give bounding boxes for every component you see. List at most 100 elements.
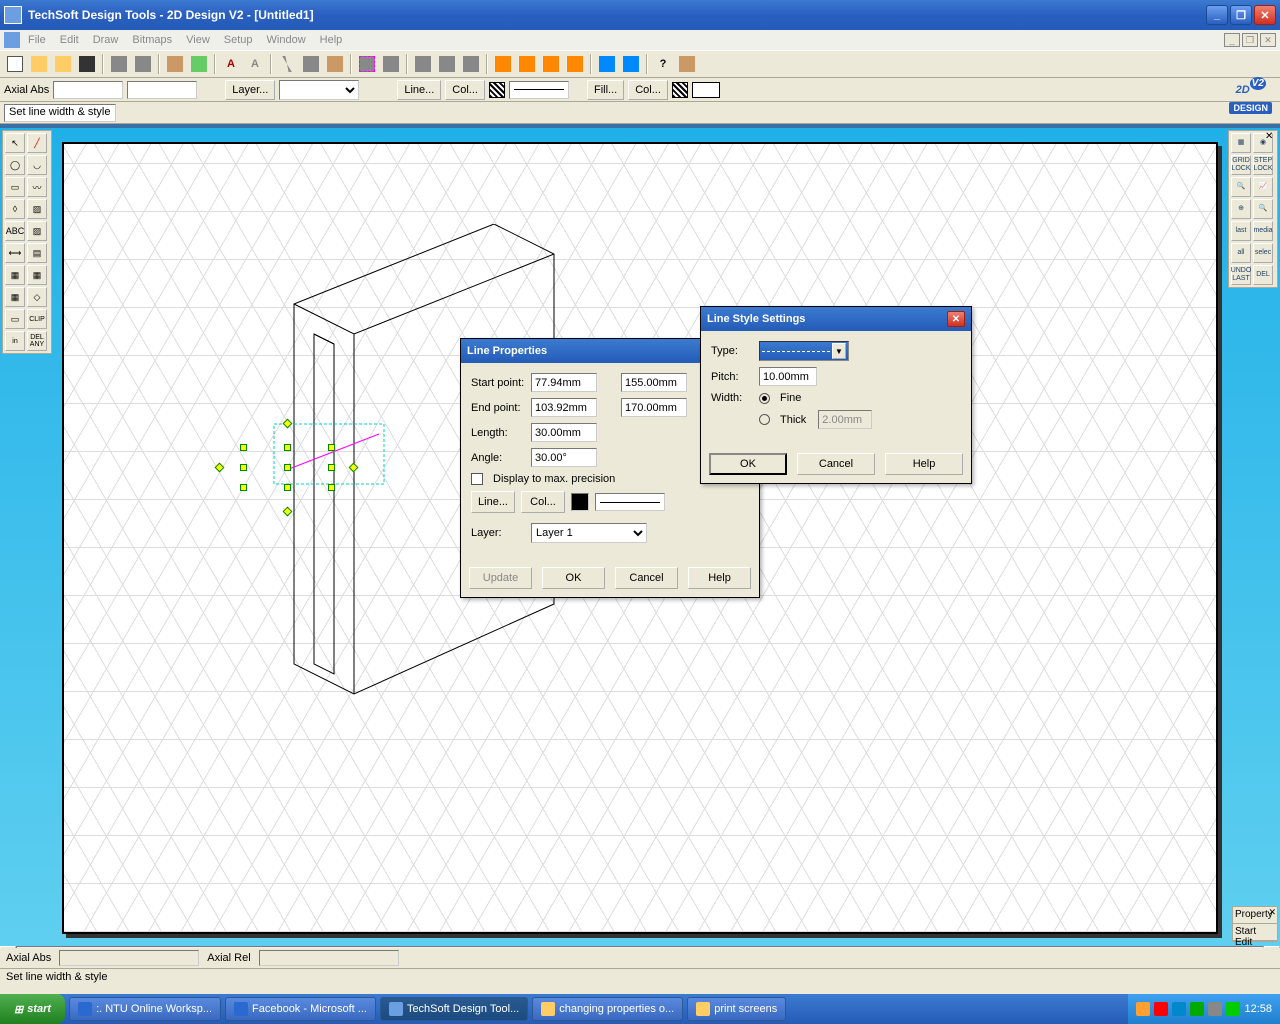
paste-button[interactable]: [324, 53, 346, 75]
plot-button[interactable]: [132, 53, 154, 75]
save-button[interactable]: [76, 53, 98, 75]
system-tray[interactable]: 12:58: [1128, 994, 1280, 1024]
lp-update-button[interactable]: Update: [469, 567, 532, 589]
menu-window[interactable]: Window: [267, 34, 306, 46]
hatch-tool[interactable]: ▨: [27, 199, 47, 219]
minimize-button[interactable]: _: [1206, 5, 1228, 25]
task-printscreens[interactable]: print screens: [687, 997, 786, 1021]
ls-ok-button[interactable]: OK: [709, 453, 787, 475]
tray-icon-6[interactable]: [1226, 1002, 1240, 1016]
angle-input[interactable]: [531, 448, 597, 467]
rect-tool[interactable]: ▭: [5, 177, 25, 197]
print-button[interactable]: [108, 53, 130, 75]
dim-tool[interactable]: ⟷: [5, 243, 25, 263]
group-button[interactable]: [412, 53, 434, 75]
layers4-button[interactable]: [564, 53, 586, 75]
library-button[interactable]: [164, 53, 186, 75]
lp-line-button[interactable]: Line...: [471, 491, 515, 513]
gridlock-button[interactable]: GRID LOCK: [1231, 155, 1251, 175]
del-button[interactable]: DEL: [1253, 265, 1273, 285]
ungroup-button[interactable]: [436, 53, 458, 75]
lp-help-button[interactable]: Help: [688, 567, 751, 589]
start-x-input[interactable]: [531, 373, 597, 392]
iso1-tool[interactable]: ▦: [5, 287, 25, 307]
layer-select[interactable]: [279, 80, 359, 100]
menu-view[interactable]: View: [186, 34, 210, 46]
menu-help[interactable]: Help: [320, 34, 343, 46]
fill-button[interactable]: Fill...: [587, 80, 624, 100]
restore-button[interactable]: ❐: [1230, 5, 1252, 25]
tray-icon-4[interactable]: [1190, 1002, 1204, 1016]
zoom2-button[interactable]: 📈: [1253, 177, 1273, 197]
line-col-swatch[interactable]: [489, 82, 505, 98]
cut-button[interactable]: [276, 53, 298, 75]
docked-close[interactable]: ✕: [1268, 907, 1276, 918]
menu-file[interactable]: File: [28, 34, 46, 46]
line-style-title[interactable]: Line Style Settings ✕: [701, 307, 971, 331]
mdi-minimize-button[interactable]: _: [1224, 33, 1240, 47]
help-button[interactable]: [676, 53, 698, 75]
task-ntu[interactable]: :. NTU Online Worksp...: [69, 997, 221, 1021]
task-techsoft[interactable]: TechSoft Design Tool...: [380, 997, 528, 1021]
layer-button[interactable]: Layer...: [225, 80, 275, 100]
iso2-tool[interactable]: ◇: [27, 287, 47, 307]
path-tool[interactable]: ▨: [27, 221, 47, 241]
clipart-button[interactable]: [188, 53, 210, 75]
lp-cancel-button[interactable]: Cancel: [615, 567, 678, 589]
line-col-button[interactable]: Col...: [445, 80, 485, 100]
mdi-restore-button[interactable]: ❐: [1242, 33, 1258, 47]
line-style-close[interactable]: ✕: [947, 311, 965, 327]
zoom1-button[interactable]: 🔍: [1231, 177, 1251, 197]
delany-tool[interactable]: DEL ANY: [27, 331, 47, 351]
curve-tool[interactable]: 〰: [27, 177, 47, 197]
ls-type-dropdown[interactable]: ▼: [759, 341, 849, 361]
clip-tool[interactable]: CLIP: [27, 309, 47, 329]
line-style-button[interactable]: Line...: [397, 80, 441, 100]
line-tool[interactable]: ╱: [27, 133, 47, 153]
tray-icon-5[interactable]: [1208, 1002, 1222, 1016]
select-all-button[interactable]: [356, 53, 378, 75]
selec-button[interactable]: selec: [1253, 243, 1273, 263]
zoomfit-button[interactable]: ⊕: [1231, 199, 1251, 219]
ls-thick-radio[interactable]: [759, 414, 770, 425]
end-y-input[interactable]: [621, 398, 687, 417]
text-tool[interactable]: ABC: [5, 221, 25, 241]
ls-cancel-button[interactable]: Cancel: [797, 453, 875, 475]
fill-col-button[interactable]: Col...: [628, 80, 668, 100]
in-tool[interactable]: in: [5, 331, 25, 351]
last-button[interactable]: last: [1231, 221, 1251, 241]
close-button[interactable]: ✕: [1254, 5, 1276, 25]
menu-edit[interactable]: Edit: [60, 34, 79, 46]
lp-col-button[interactable]: Col...: [521, 491, 565, 513]
task-changing[interactable]: changing properties o...: [532, 997, 683, 1021]
fill-col-swatch[interactable]: [672, 82, 688, 98]
arc-tool[interactable]: ◡: [27, 155, 47, 175]
order-button[interactable]: [460, 53, 482, 75]
ls-pitch-input[interactable]: [759, 367, 817, 386]
tray-icon-2[interactable]: [1154, 1002, 1168, 1016]
shape-tool[interactable]: ◊: [5, 199, 25, 219]
axial-y-input[interactable]: [127, 81, 197, 99]
text-a2-button[interactable]: A: [244, 53, 266, 75]
steplock-button[interactable]: STEP LOCK: [1253, 155, 1273, 175]
align-button[interactable]: [380, 53, 402, 75]
contour-tool[interactable]: ▭: [5, 309, 25, 329]
open-button[interactable]: [28, 53, 50, 75]
text-a-button[interactable]: A: [220, 53, 242, 75]
circle-tool[interactable]: ◯: [5, 155, 25, 175]
axial-x-input[interactable]: [53, 81, 123, 99]
zoomall-button[interactable]: 🔍: [1253, 199, 1273, 219]
start-y-input[interactable]: [621, 373, 687, 392]
startedit-tab[interactable]: Start Edit: [1233, 924, 1277, 941]
grid-icon[interactable]: ▦: [1231, 133, 1251, 153]
measure-tool[interactable]: ▤: [27, 243, 47, 263]
pointer-tool[interactable]: ↖: [5, 133, 25, 153]
task-facebook[interactable]: Facebook - Microsoft ...: [225, 997, 376, 1021]
layers2-button[interactable]: [516, 53, 538, 75]
layers3-button[interactable]: [540, 53, 562, 75]
lp-ok-button[interactable]: OK: [542, 567, 605, 589]
precision-checkbox[interactable]: [471, 473, 483, 485]
ls-fine-radio[interactable]: [759, 393, 770, 404]
media-button[interactable]: media: [1253, 221, 1273, 241]
tray-icon-3[interactable]: [1172, 1002, 1186, 1016]
